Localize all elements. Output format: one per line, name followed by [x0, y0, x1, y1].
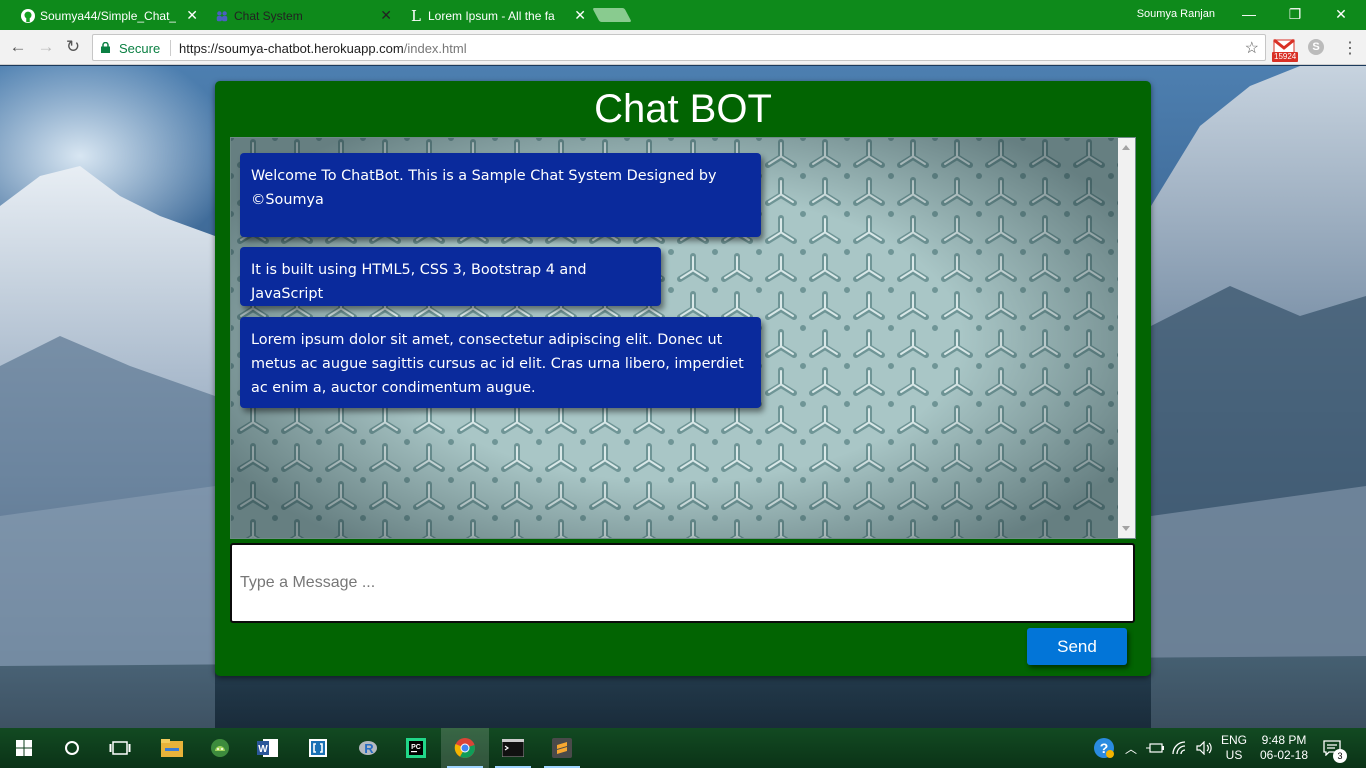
terminal-icon	[502, 739, 524, 757]
help-tray-button[interactable]: ?	[1090, 728, 1118, 768]
new-tab-button[interactable]	[592, 8, 632, 22]
android-studio-button[interactable]	[196, 728, 244, 768]
wifi-icon	[1172, 741, 1186, 755]
battery-plug-icon	[1146, 743, 1164, 753]
android-studio-icon	[211, 739, 229, 757]
bookmark-star-icon[interactable]: ☆	[1245, 38, 1259, 58]
url-path: /index.html	[403, 41, 467, 56]
r-icon: R	[359, 741, 377, 756]
svg-text:R: R	[364, 741, 374, 756]
brackets-button[interactable]	[294, 728, 342, 768]
gmail-unread-badge: 15924	[1272, 52, 1299, 62]
file-explorer-button[interactable]	[148, 728, 196, 768]
chrome-menu-icon[interactable]: ⋮	[1342, 38, 1358, 58]
secure-label: Secure	[119, 41, 161, 56]
omnibox-divider	[170, 40, 171, 56]
windows-taskbar: W R PC ? ︿ ENG US 9:48 PM 06-02-18	[0, 728, 1366, 768]
scroll-down-arrow-icon[interactable]	[1122, 526, 1130, 531]
chat-message: Welcome To ChatBot. This is a Sample Cha…	[240, 153, 761, 237]
send-button[interactable]: Send	[1027, 628, 1127, 665]
r-button[interactable]: R	[344, 728, 392, 768]
skype-extension-icon[interactable]: S	[1308, 39, 1324, 55]
task-view-icon	[109, 741, 131, 755]
tab-lorem-ipsum[interactable]: L Lorem Ipsum - All the fa ✕	[398, 2, 594, 30]
brackets-icon	[309, 739, 327, 757]
tab-label: Lorem Ipsum - All the fa	[428, 9, 555, 23]
close-tab-icon[interactable]: ✕	[574, 7, 586, 24]
chrome-button[interactable]	[441, 728, 489, 768]
lock-icon	[101, 42, 110, 53]
restore-button[interactable]: ❐	[1285, 4, 1305, 24]
sublime-icon	[552, 738, 572, 758]
wifi-tray[interactable]	[1170, 728, 1192, 768]
notification-count-badge: 3	[1333, 749, 1347, 763]
region-code: US	[1225, 748, 1243, 762]
minimize-button[interactable]: —	[1239, 4, 1259, 24]
forward-arrow-icon[interactable]: →	[36, 37, 56, 57]
clock-time: 9:48 PM	[1261, 733, 1307, 747]
reload-icon[interactable]: ↻	[63, 37, 83, 57]
word-icon: W	[257, 739, 278, 757]
chat-message: Lorem ipsum dolor sit amet, consectetur …	[240, 317, 761, 408]
svg-text:PC: PC	[411, 744, 421, 751]
battery-tray[interactable]	[1144, 728, 1166, 768]
windows-logo-icon	[16, 740, 32, 756]
tab-label: Chat System	[234, 9, 303, 23]
terminal-button[interactable]	[489, 728, 537, 768]
chrome-icon	[454, 738, 475, 758]
pycharm-icon: PC	[406, 738, 426, 758]
pycharm-button[interactable]: PC	[392, 728, 440, 768]
chat-message-area[interactable]: Welcome To ChatBot. This is a Sample Cha…	[230, 137, 1136, 539]
clock-date: 06-02-18	[1259, 748, 1309, 762]
language-code: ENG	[1220, 733, 1247, 747]
close-window-button[interactable]: ✕	[1331, 4, 1351, 24]
task-view-button[interactable]	[96, 728, 144, 768]
close-tab-icon[interactable]: ✕	[186, 7, 198, 24]
url-text[interactable]: https://soumya-chatbot.herokuapp.com/ind…	[179, 41, 467, 56]
chat-scrollbar[interactable]	[1118, 138, 1135, 538]
back-arrow-icon[interactable]: ←	[8, 37, 28, 57]
show-hidden-icons-button[interactable]: ︿	[1122, 728, 1140, 768]
chat-title: Chat BOT	[594, 87, 772, 131]
file-explorer-icon	[161, 739, 183, 757]
system-clock[interactable]: 9:48 PM 06-02-18	[1256, 733, 1312, 763]
chat-message: It is built using HTML5, CSS 3, Bootstra…	[240, 247, 661, 306]
start-button[interactable]	[0, 728, 48, 768]
svg-text:W: W	[258, 744, 268, 755]
browser-toolbar: ← → ↻ Secure https://soumya-chatbot.hero…	[0, 30, 1366, 65]
lorem-l-icon: L	[411, 7, 421, 25]
chat-card: Chat BOT Welcome To ChatBot. This is a S…	[215, 81, 1151, 676]
close-tab-icon[interactable]: ✕	[380, 7, 392, 24]
tab-github[interactable]: Soumya44/Simple_Chat_ ✕	[10, 2, 206, 30]
profile-name[interactable]: Soumya Ranjan	[1137, 8, 1215, 20]
url-host: https://soumya-chatbot.herokuapp.com	[179, 41, 404, 56]
help-icon: ?	[1094, 738, 1114, 758]
tab-label: Soumya44/Simple_Chat_	[40, 9, 177, 23]
message-input[interactable]	[230, 543, 1135, 623]
teams-icon	[214, 8, 230, 24]
cortana-button[interactable]	[48, 728, 96, 768]
word-button[interactable]: W	[244, 728, 292, 768]
cortana-icon	[65, 741, 79, 755]
address-bar[interactable]: Secure https://soumya-chatbot.herokuapp.…	[92, 34, 1266, 61]
speaker-icon	[1196, 741, 1212, 755]
chevron-up-icon: ︿	[1124, 741, 1137, 756]
tab-chat-system[interactable]: Chat System ✕	[204, 2, 400, 30]
github-icon	[20, 8, 36, 24]
scroll-up-arrow-icon[interactable]	[1122, 145, 1130, 150]
volume-tray[interactable]	[1194, 728, 1216, 768]
browser-titlebar: Soumya44/Simple_Chat_ ✕ Chat System ✕ L …	[0, 0, 1366, 30]
sublime-button[interactable]	[538, 728, 586, 768]
language-indicator[interactable]: ENG US	[1220, 733, 1248, 763]
